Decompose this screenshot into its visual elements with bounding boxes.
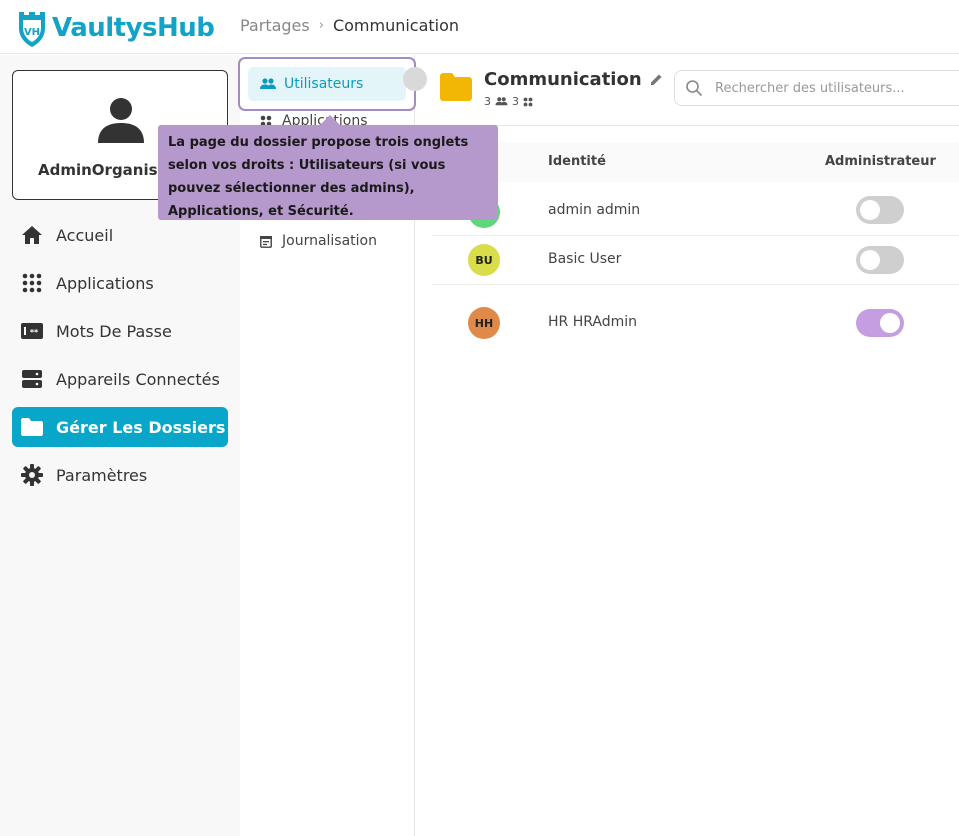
folder-icon xyxy=(440,73,472,101)
apps-grid-icon xyxy=(20,271,44,295)
admin-toggle[interactable] xyxy=(856,196,904,224)
folder-icon xyxy=(20,415,44,439)
sidebar-item-applications[interactable]: Applications xyxy=(12,263,228,303)
gear-icon xyxy=(20,463,44,487)
divider xyxy=(432,125,959,126)
apps-count-icon xyxy=(523,97,533,106)
folder-title: Communication xyxy=(484,69,663,90)
users-count: 3 xyxy=(484,95,491,108)
user-name: admin admin xyxy=(548,202,641,218)
logo-shield-icon: VH xyxy=(19,12,45,47)
table-row: HH HR HRAdmin xyxy=(432,285,959,361)
user-avatar-icon xyxy=(98,98,144,143)
admin-toggle[interactable] xyxy=(856,309,904,337)
devices-icon xyxy=(20,367,44,391)
sidebar-item-label: Mots De Passe xyxy=(56,321,172,341)
column-header-admin: Administrateur xyxy=(825,154,936,169)
search-icon xyxy=(685,79,703,97)
user-avatar: HH xyxy=(468,307,500,339)
users-count-icon xyxy=(495,97,508,106)
sidebar-item-mots-de-passe[interactable]: ** Mots De Passe xyxy=(12,311,228,351)
sidebar-item-label: Accueil xyxy=(56,225,114,245)
toggle-knob xyxy=(860,250,880,270)
sidebar-item-appareils[interactable]: Appareils Connectés xyxy=(12,359,228,399)
sidebar-item-label: Applications xyxy=(56,273,154,293)
sidebar-item-parametres[interactable]: Paramètres xyxy=(12,455,228,495)
toggle-knob xyxy=(860,200,880,220)
apps-count: 3 xyxy=(512,95,519,108)
home-icon xyxy=(20,223,44,247)
onboarding-tooltip: La page du dossier propose trois onglets… xyxy=(158,125,498,220)
tab-label: Journalisation xyxy=(282,233,377,249)
admin-toggle[interactable] xyxy=(856,246,904,274)
tab-highlight-frame xyxy=(238,57,416,111)
toggle-knob xyxy=(880,313,900,333)
column-header-identity: Identité xyxy=(548,154,606,169)
table-header: Identité Administrateur xyxy=(432,142,959,182)
folder-name: Communication xyxy=(484,69,642,90)
top-header: VH VaultysHub Partages › Communication xyxy=(0,0,959,54)
svg-text:VH: VH xyxy=(24,27,40,38)
edit-pencil-icon[interactable] xyxy=(650,73,663,86)
log-icon xyxy=(260,235,272,248)
svg-text:**: ** xyxy=(30,328,39,337)
app-name: VaultysHub xyxy=(52,13,215,43)
search-input[interactable] xyxy=(715,80,935,96)
table-row: BU Basic User xyxy=(432,236,959,285)
folder-meta: 3 3 xyxy=(484,95,533,108)
breadcrumb-current: Communication xyxy=(332,16,460,35)
user-name: Basic User xyxy=(548,251,622,267)
tooltip-arrow xyxy=(320,115,340,125)
sidebar-item-gerer-dossiers[interactable]: Gérer Les Dossiers xyxy=(12,407,228,447)
sidebar-item-label: Appareils Connectés xyxy=(56,369,220,389)
user-search-box[interactable] xyxy=(674,70,959,106)
tab-journalisation[interactable]: Journalisation xyxy=(260,233,377,249)
breadcrumb-parent[interactable]: Partages xyxy=(240,16,310,35)
user-avatar: BU xyxy=(468,244,500,276)
sidebar-item-label: Gérer Les Dossiers xyxy=(56,417,226,437)
table-row: admin admin xyxy=(432,182,959,236)
user-name: HR HRAdmin xyxy=(548,314,638,330)
breadcrumb-separator: › xyxy=(318,18,324,33)
password-icon: ** xyxy=(20,319,44,343)
sidebar-item-label: Paramètres xyxy=(56,465,148,485)
breadcrumb: Partages › Communication xyxy=(240,16,459,35)
app-logo[interactable]: VH VaultysHub xyxy=(16,8,215,48)
